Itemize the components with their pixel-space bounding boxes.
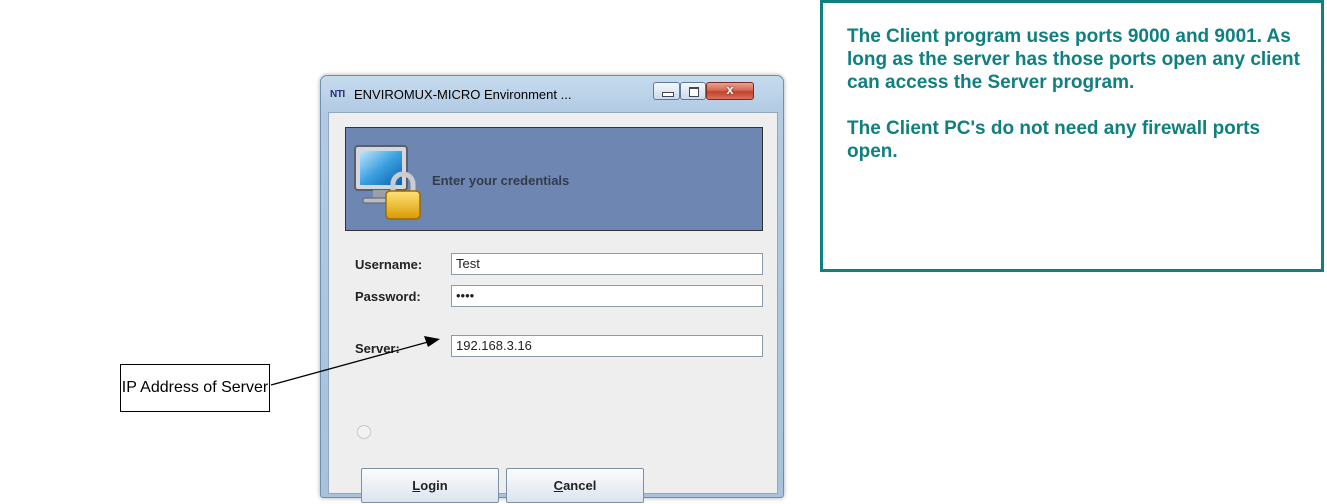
- cancel-mnemonic: C: [553, 478, 564, 493]
- password-field[interactable]: ••••: [451, 285, 763, 307]
- server-label: Server:: [355, 341, 400, 356]
- maximize-button[interactable]: [680, 82, 706, 100]
- dialog-content: Enter your credentials Username: Test Pa…: [328, 112, 778, 503]
- minimize-button[interactable]: [653, 82, 680, 100]
- cancel-label: ancel: [563, 478, 597, 493]
- maximize-icon: [689, 87, 699, 97]
- ports-info-box: The Client program uses ports 9000 and 9…: [820, 0, 1324, 272]
- cancel-button[interactable]: Cancel: [506, 468, 644, 503]
- credentials-banner: Enter your credentials: [345, 127, 763, 231]
- username-label: Username:: [355, 257, 423, 272]
- password-label: Password:: [355, 289, 421, 304]
- close-button[interactable]: x: [706, 82, 754, 100]
- close-icon: x: [726, 82, 734, 97]
- title-bar[interactable]: NTI ENVIROMUX-MICRO Environment ... x: [321, 76, 783, 112]
- nti-app-icon: NTI: [330, 89, 345, 100]
- login-label: ogin: [420, 478, 448, 493]
- status-indicator: [357, 425, 371, 439]
- info-paragraph-ports: The Client program uses ports 9000 and 9…: [847, 26, 1300, 93]
- monitor-lock-icon: [354, 145, 421, 220]
- server-field[interactable]: 192.168.3.16: [451, 335, 763, 357]
- minimize-icon: [662, 92, 674, 97]
- login-window: NTI ENVIROMUX-MICRO Environment ... x En…: [320, 75, 784, 503]
- login-button[interactable]: Login: [361, 468, 499, 503]
- window-title: ENVIROMUX-MICRO Environment ...: [354, 87, 572, 102]
- banner-text: Enter your credentials: [432, 173, 570, 188]
- info-paragraph-firewall: The Client PC's do not need any firewall…: [847, 118, 1261, 162]
- ip-address-callout: IP Address of Server: [120, 364, 270, 412]
- username-field[interactable]: Test: [451, 253, 763, 275]
